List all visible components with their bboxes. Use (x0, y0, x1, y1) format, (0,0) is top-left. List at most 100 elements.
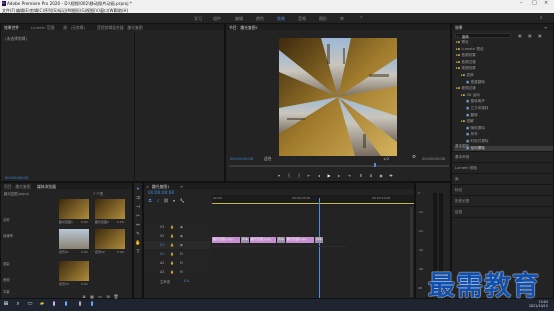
clock[interactable]: 15:03 2021/10/15 (514, 300, 548, 308)
pen-tool-icon[interactable]: ✎ (135, 232, 141, 238)
work-area-bar[interactable] (212, 203, 414, 204)
workspace-assembly[interactable]: 组件 (213, 16, 221, 22)
fit-dropdown[interactable]: 适合 (264, 156, 272, 162)
project-item[interactable]: 趣光复图1 5:00 (59, 199, 93, 227)
transition-clip[interactable]: 风车 (277, 237, 285, 243)
close-button[interactable]: × (544, 0, 548, 6)
play-icon[interactable]: ▶ (326, 173, 332, 178)
effects-tree-item[interactable]: ▣ 立方体旋转 (454, 106, 553, 113)
start-icon[interactable]: ⊞ (2, 301, 10, 309)
panel-section-title[interactable]: 库 (455, 177, 459, 182)
effects-tree-item[interactable]: ▸▪ 预设 (454, 40, 553, 47)
effects-tree-item[interactable]: ▸▪ 变换 (454, 73, 553, 80)
extract-icon[interactable]: ⬇ (368, 173, 374, 178)
video-clip[interactable]: 趣光复图4.jpg (286, 237, 314, 243)
lock-icon[interactable]: 🔒 (170, 243, 174, 247)
wrench-icon[interactable]: ⚙ (412, 155, 416, 160)
effects-tree-item[interactable]: ▣ 风车 (454, 132, 553, 139)
go-to-in-icon[interactable]: ⇤ (306, 173, 312, 178)
panel-section-title[interactable]: 历史记录 (455, 199, 469, 204)
search-icon[interactable]: ⌕ (540, 15, 543, 21)
video-clip[interactable]: 趣光复图3.jpg (250, 237, 276, 243)
effects-tree-item[interactable]: ▸▪ 音频效果 (454, 53, 553, 60)
type-tool-icon[interactable]: T (135, 250, 141, 256)
panel-section-title[interactable]: 基本声音 (455, 155, 469, 160)
track-select-tool-icon[interactable]: ⇉ (135, 196, 141, 202)
tab-audio-clip-mixer[interactable]: 音频剪辑混合器：趣光复图 (97, 25, 143, 31)
track-header[interactable]: V3 🔒 ◉ (144, 223, 210, 231)
timeline-timecode[interactable]: 00:00:00:00 (148, 191, 174, 196)
premiere-taskbar-icon[interactable]: ▮ (50, 301, 58, 309)
minimize-button[interactable]: – (520, 0, 523, 6)
eye-icon[interactable]: ◉ (180, 243, 183, 247)
mute-icon[interactable]: M (180, 261, 183, 265)
eye-icon[interactable]: ◉ (180, 234, 183, 238)
mark-out-icon[interactable]: } (296, 173, 302, 178)
slip-tool-icon[interactable]: ↔ (135, 223, 141, 229)
track-header[interactable]: V2 🔒 ◉ (144, 232, 210, 240)
playhead-line[interactable] (319, 198, 320, 298)
tab-lumetri-scopes[interactable]: Lumetri 范围 (31, 25, 54, 31)
timeline-scrollbar[interactable] (410, 207, 413, 297)
transition-clip[interactable]: 风车 (241, 237, 249, 243)
track-header[interactable]: A3 🔒 M (144, 268, 210, 276)
lock-icon[interactable]: 🔒 (170, 225, 174, 229)
step-forward-icon[interactable]: ▸ (336, 173, 342, 178)
workspace-graphics[interactable]: 图形 (319, 16, 327, 22)
app-taskbar-icon-2[interactable]: ▮ (76, 301, 84, 309)
lock-icon[interactable]: 🔒 (170, 270, 174, 274)
effects-tree-item[interactable]: ▸▪ 视频过渡 (454, 86, 553, 93)
eye-icon[interactable]: ◉ (180, 225, 183, 229)
snap-icon[interactable]: ⊂ (155, 198, 161, 203)
workspace-editing[interactable]: 编辑 (235, 16, 243, 22)
playhead-marker[interactable] (374, 163, 376, 167)
tab-project[interactable]: 项目：趣光复图 (4, 184, 31, 190)
program-timecode[interactable]: 00:00:00:00 (230, 156, 253, 161)
mark-in-icon[interactable]: { (286, 173, 292, 178)
tab-media-browser[interactable]: 媒体浏览器 (37, 184, 56, 190)
mute-icon[interactable]: M (180, 270, 183, 274)
track-header[interactable]: V1 🔒 ◉ (144, 241, 210, 249)
video-clip[interactable]: 趣光复图2.jpg (212, 237, 240, 243)
nest-toggle-icon[interactable]: ⧉ (147, 198, 153, 203)
add-marker-icon[interactable]: ▾ (276, 173, 282, 178)
go-to-out-icon[interactable]: ⇥ (346, 173, 352, 178)
program-scrub-bar[interactable] (229, 165, 449, 167)
32-bit-effects-icon[interactable]: ▣ (528, 33, 532, 38)
workspace-audio[interactable]: 音频 (298, 16, 306, 22)
app-taskbar-icon[interactable]: ▮ (62, 301, 70, 309)
search-icon[interactable]: ⌕ (14, 301, 22, 309)
project-item[interactable]: 街景03 5:00 (59, 261, 93, 289)
lock-icon[interactable]: 🔒 (170, 234, 174, 238)
project-item[interactable]: 趣光复图2 5:00 (95, 199, 129, 227)
workspace-learn[interactable]: 学习 (194, 16, 202, 22)
workspace-color[interactable]: 颜色 (256, 16, 264, 22)
source-timecode[interactable]: 00:00:00:00 (5, 175, 28, 180)
lock-icon[interactable]: 🔒 (170, 252, 174, 256)
tab-effect-controls[interactable]: 效果控件 (4, 25, 19, 31)
workspace-menu-icon[interactable]: » (360, 15, 363, 20)
project-item[interactable]: 街景01 5:00 (59, 229, 93, 257)
file-explorer-icon[interactable]: ▰ (38, 301, 46, 309)
master-volume[interactable]: 0.0 (184, 279, 189, 283)
task-view-icon[interactable]: ▭ (26, 301, 34, 309)
timeline-ruler[interactable]: 00:00 00:00:05:00 00:00:10:00 (212, 195, 414, 205)
track-header[interactable]: A2 🔒 M (144, 259, 210, 267)
effects-tree-item[interactable]: ▣ 旋转离开 (454, 99, 553, 106)
effects-search-input[interactable]: ⌕ 旋转 (455, 33, 511, 39)
tab-program[interactable]: 节目：趣光复图1 (229, 25, 258, 31)
effects-tree-item[interactable]: ▸▪ 视频效果 (454, 66, 553, 73)
step-back-icon[interactable]: ◂ (316, 173, 322, 178)
panel-section-title[interactable]: 标记 (455, 188, 462, 193)
ripple-edit-tool-icon[interactable]: ⊣ (135, 205, 141, 211)
razor-tool-icon[interactable]: ✂ (135, 214, 141, 220)
app-taskbar-icon-3[interactable]: ▮ (88, 301, 96, 309)
selection-tool-icon[interactable]: ➤ (135, 187, 141, 193)
panel-menu-icon[interactable]: ≡ (544, 25, 547, 30)
mute-icon[interactable]: M (180, 252, 183, 256)
close-sequence-icon[interactable]: × (146, 184, 149, 189)
transition-clip[interactable]: 风车 (315, 237, 323, 243)
timeline-settings-icon[interactable]: 🔧 (179, 198, 185, 203)
project-item[interactable]: 街景02 5:00 (95, 229, 129, 257)
lock-icon[interactable]: 🔒 (170, 261, 174, 265)
